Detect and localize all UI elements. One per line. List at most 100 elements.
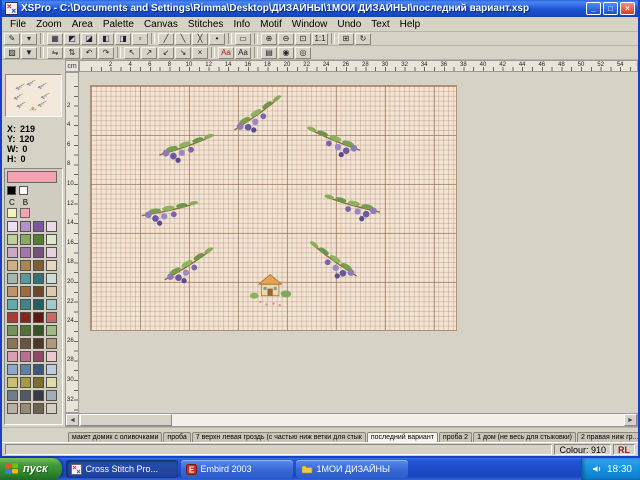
bw-swatch[interactable] (7, 186, 16, 195)
palette-swatch[interactable] (33, 390, 44, 401)
menu-item-file[interactable]: File (5, 18, 31, 31)
color-picker[interactable]: ▼ (21, 47, 37, 59)
design-canvas[interactable] (90, 85, 457, 331)
palette-swatch[interactable] (7, 390, 18, 401)
palette-swatch[interactable] (7, 286, 18, 297)
palette-swatch[interactable] (20, 273, 31, 284)
full-stitch[interactable]: ▦ (47, 33, 63, 45)
menu-item-stitches[interactable]: Stitches (183, 18, 229, 31)
menu-item-help[interactable]: Help (395, 18, 426, 31)
menu-item-info[interactable]: Info (228, 18, 255, 31)
palette-swatch[interactable] (46, 377, 57, 388)
arrow-sw[interactable]: ↙ (158, 47, 174, 59)
menu-item-canvas[interactable]: Canvas (139, 18, 183, 31)
palette-swatch[interactable] (7, 312, 18, 323)
menu-item-palette[interactable]: Palette (98, 18, 139, 31)
palette-swatch[interactable] (46, 351, 57, 362)
palette-swatch[interactable] (46, 234, 57, 245)
half-stitch-top[interactable]: ◩ (64, 33, 80, 45)
palette-swatch[interactable] (33, 338, 44, 349)
palette-swatch[interactable] (20, 338, 31, 349)
palette-swatch[interactable] (7, 325, 18, 336)
tab-6[interactable]: 1 дом (не весь для стыковки) (473, 432, 576, 442)
mirror-horizontal[interactable]: ⇋ (47, 47, 63, 59)
menu-item-undo[interactable]: Undo (332, 18, 366, 31)
rotate-left[interactable]: ↶ (81, 47, 97, 59)
minimize-button[interactable]: _ (586, 2, 601, 15)
half-stitch-bottom[interactable]: ◪ (81, 33, 97, 45)
palette-swatch[interactable] (33, 377, 44, 388)
flood-fill[interactable]: ▨ (4, 47, 20, 59)
pencil-dropdown[interactable]: ▾ (21, 33, 37, 45)
palette-swatch[interactable] (33, 221, 44, 232)
text-large[interactable]: Aa (235, 47, 251, 59)
backstitch-diag-up[interactable]: ╱ (158, 33, 174, 45)
thread-palette[interactable]: ▤ (261, 47, 277, 59)
palette-swatch[interactable] (33, 273, 44, 284)
palette-swatch[interactable] (7, 403, 18, 414)
palette-swatch[interactable] (33, 247, 44, 258)
volume-icon[interactable] (592, 464, 602, 474)
horizontal-scrollbar[interactable]: ◄ ► (65, 413, 638, 427)
grid-toggle[interactable]: ⊞ (338, 33, 354, 45)
palette-swatch[interactable] (33, 325, 44, 336)
bw-swatch[interactable] (19, 186, 28, 195)
palette-swatch[interactable] (46, 390, 57, 401)
backstitch-diag-down[interactable]: ╲ (175, 33, 191, 45)
palette-swatch[interactable] (7, 377, 18, 388)
palette-swatch[interactable] (46, 338, 57, 349)
menu-item-window[interactable]: Window (287, 18, 333, 31)
palette-swatch[interactable] (46, 403, 57, 414)
palette-swatch[interactable] (46, 247, 57, 258)
palette-swatch[interactable] (20, 286, 31, 297)
palette-swatch[interactable] (20, 377, 31, 388)
palette-swatch[interactable] (7, 260, 18, 271)
backstitch-cross[interactable]: ╳ (192, 33, 208, 45)
arrow-se[interactable]: ↘ (175, 47, 191, 59)
tab-5[interactable]: проба 2 (439, 432, 472, 442)
palette-swatch[interactable] (46, 299, 57, 310)
palette-swatch[interactable] (46, 364, 57, 375)
palette-swatch[interactable] (46, 325, 57, 336)
zoom-out[interactable]: ⊖ (278, 33, 294, 45)
palette-swatch[interactable] (7, 351, 18, 362)
palette-swatch[interactable] (20, 247, 31, 258)
delete-stitch[interactable]: × (192, 47, 208, 59)
palette-swatch[interactable] (46, 221, 57, 232)
arrow-nw[interactable]: ↖ (124, 47, 140, 59)
palette-swatch[interactable] (46, 312, 57, 323)
zoom-actual[interactable]: 1:1 (312, 33, 328, 45)
palette-swatch[interactable] (33, 351, 44, 362)
palette-swatch[interactable] (20, 364, 31, 375)
palette-swatch[interactable] (7, 364, 18, 375)
refresh-view[interactable]: ↻ (355, 33, 371, 45)
quarter-stitch-left[interactable]: ◧ (98, 33, 114, 45)
zoom-in[interactable]: ⊕ (261, 33, 277, 45)
tab-4[interactable]: последний вариант (367, 432, 438, 442)
scrollbar-thumb[interactable] (80, 414, 172, 426)
design-preview[interactable] (5, 74, 62, 117)
menu-item-text[interactable]: Text (366, 18, 394, 31)
palette-swatch[interactable] (33, 260, 44, 271)
palette-swatch[interactable] (46, 273, 57, 284)
palette-swatch[interactable] (7, 221, 18, 232)
pencil-tool[interactable]: ✎ (4, 33, 20, 45)
palette-swatch[interactable] (20, 351, 31, 362)
rotate-right[interactable]: ↷ (98, 47, 114, 59)
tab-1[interactable]: макет домик с оливочками (68, 432, 162, 442)
palette-swatch[interactable] (46, 260, 57, 271)
scroll-right-arrow[interactable]: ► (624, 414, 637, 426)
center-design[interactable]: ◎ (295, 47, 311, 59)
current-color-swatch[interactable] (7, 171, 57, 183)
taskbar-task[interactable]: 1МОИ ДИЗАЙНЫ (296, 460, 408, 478)
mirror-vertical[interactable]: ⇅ (64, 47, 80, 59)
tab-3[interactable]: 7 верхн левая гроздь (с частью ниж ветки… (192, 432, 366, 442)
palette-swatch[interactable] (33, 403, 44, 414)
palette-swatch[interactable] (46, 286, 57, 297)
french-knot[interactable]: • (209, 33, 225, 45)
palette-swatch[interactable] (33, 364, 44, 375)
close-button[interactable]: × (620, 2, 635, 15)
palette-swatch[interactable] (20, 312, 31, 323)
zoom-area[interactable]: ⊡ (295, 33, 311, 45)
palette-swatch[interactable] (7, 234, 18, 245)
